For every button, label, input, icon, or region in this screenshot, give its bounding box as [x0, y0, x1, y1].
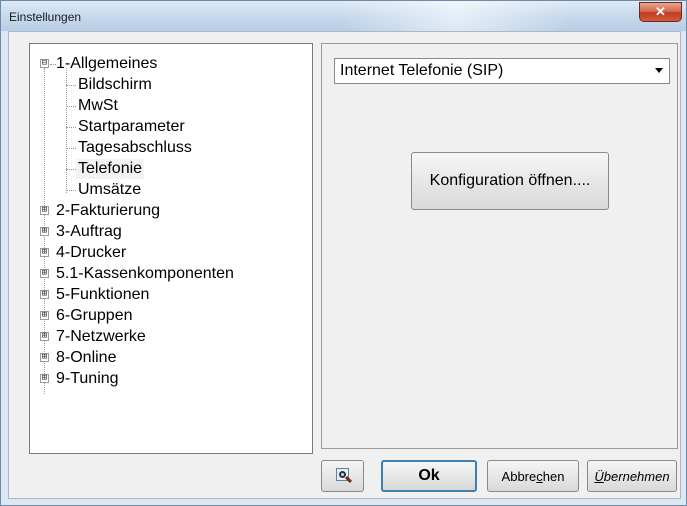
tree-item-telefonie[interactable]: Telefonie — [76, 159, 145, 179]
tree-item-drucker[interactable]: 4-Drucker — [56, 243, 126, 263]
expand-icon[interactable]: ⊞ — [40, 248, 49, 257]
ok-button[interactable]: Ok — [381, 460, 477, 492]
expand-icon[interactable]: ⊞ — [40, 290, 49, 299]
tree-item-online[interactable]: 8-Online — [56, 348, 116, 368]
tree-item-bildschirm[interactable]: Bildschirm — [78, 75, 152, 95]
expand-icon[interactable]: ⊞ — [40, 206, 49, 215]
close-button[interactable]: ✕ — [639, 2, 682, 22]
telephony-type-value: Internet Telefonie (SIP) — [340, 62, 504, 79]
open-configuration-button[interactable]: Konfiguration öffnen.... — [411, 152, 609, 210]
settings-tree[interactable]: ⊟ 1-Allgemeines Bildschirm MwSt Startpar… — [29, 43, 313, 454]
tree-branch-line — [66, 169, 76, 170]
tree-item-tagesabschluss[interactable]: Tagesabschluss — [78, 138, 192, 158]
title-bar[interactable]: Einstellungen ✕ — [1, 1, 686, 31]
expand-icon[interactable]: ⊞ — [40, 227, 49, 236]
tree-child-connector — [66, 68, 67, 193]
tree-item-tuning[interactable]: 9-Tuning — [56, 369, 119, 389]
tree-branch-line — [66, 85, 76, 86]
tree-item-gruppen[interactable]: 6-Gruppen — [56, 306, 133, 326]
print-preview-icon — [333, 467, 353, 485]
chevron-down-icon[interactable] — [655, 68, 663, 73]
collapse-icon[interactable]: ⊟ — [40, 59, 49, 68]
tree-branch-line — [66, 148, 76, 149]
apply-button[interactable]: Übernehmen — [587, 460, 677, 492]
expand-icon[interactable]: ⊞ — [40, 353, 49, 362]
tree-branch-line — [66, 106, 76, 107]
expand-icon[interactable]: ⊞ — [40, 311, 49, 320]
telephony-type-select[interactable]: Internet Telefonie (SIP) — [334, 58, 670, 84]
dialog-body: ⊟ 1-Allgemeines Bildschirm MwSt Startpar… — [8, 31, 681, 499]
cancel-button[interactable]: Abbre c hen — [487, 460, 579, 492]
expand-icon[interactable]: ⊞ — [40, 332, 49, 341]
tree-item-allgemeines[interactable]: 1-Allgemeines — [56, 54, 157, 74]
close-icon: ✕ — [655, 4, 666, 19]
print-preview-button[interactable] — [321, 460, 364, 492]
expand-icon[interactable]: ⊞ — [40, 269, 49, 278]
tree-item-funktionen[interactable]: 5-Funktionen — [56, 285, 149, 305]
tree-item-netzwerke[interactable]: 7-Netzwerke — [56, 327, 146, 347]
tree-item-umsaetze[interactable]: Umsätze — [78, 180, 141, 200]
tree-item-kassenkomponenten[interactable]: 5.1-Kassenkomponenten — [56, 264, 234, 284]
tree-branch-line — [66, 127, 76, 128]
settings-window: Einstellungen ✕ ⊟ 1-Allgemeines Bildschi… — [0, 0, 687, 506]
tree-item-mwst[interactable]: MwSt — [78, 96, 118, 116]
tree-branch-line — [66, 190, 76, 191]
window-title: Einstellungen — [9, 10, 82, 24]
settings-panel: Internet Telefonie (SIP) Konfiguration ö… — [321, 43, 678, 449]
tree-item-fakturierung[interactable]: 2-Fakturierung — [56, 201, 160, 221]
expand-icon[interactable]: ⊞ — [40, 374, 49, 383]
tree-item-auftrag[interactable]: 3-Auftrag — [56, 222, 122, 242]
cancel-label-end: hen — [542, 468, 565, 484]
apply-label-accesskey: Ü — [594, 468, 604, 484]
tree-item-startparameter[interactable]: Startparameter — [78, 117, 185, 137]
cancel-label-start: Abbre — [501, 468, 537, 484]
apply-label-end: bernehmen — [603, 468, 670, 484]
